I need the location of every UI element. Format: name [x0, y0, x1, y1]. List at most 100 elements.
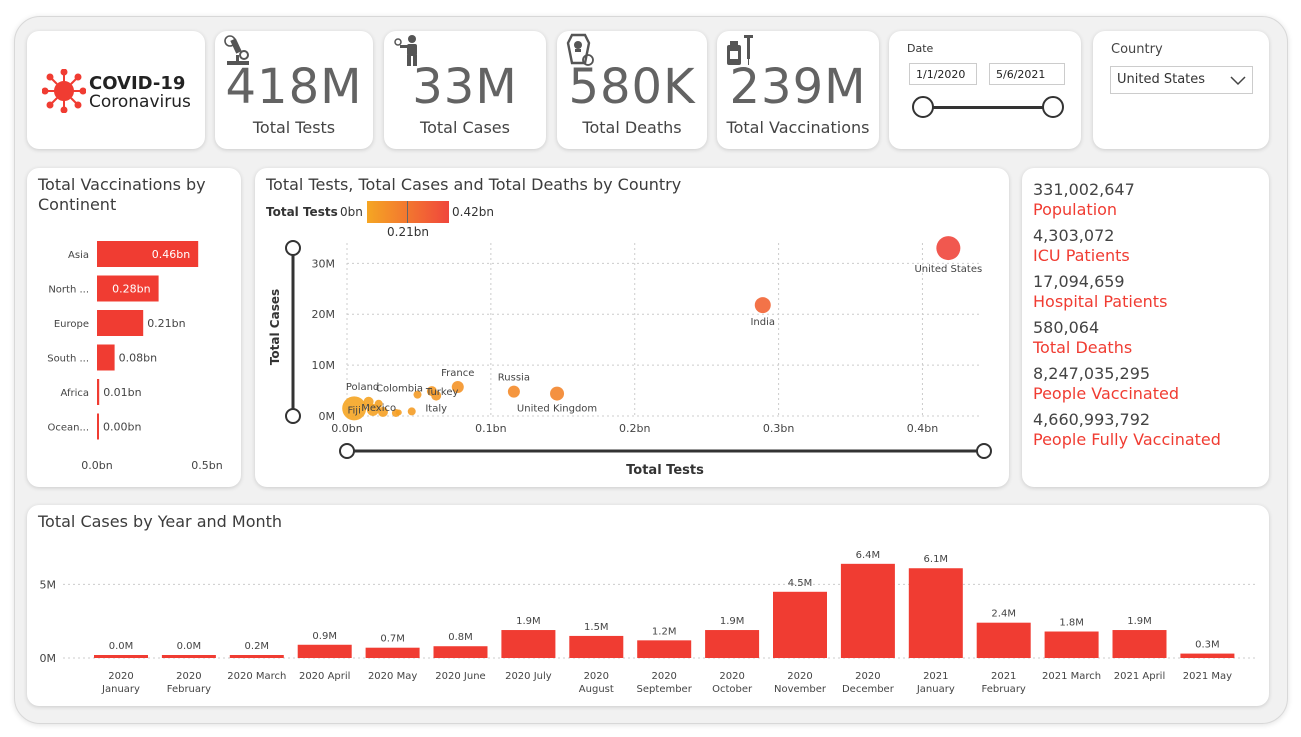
x-tick-label-month: January — [916, 684, 955, 695]
y-zoom-handle — [285, 408, 301, 424]
x-tick-label: 2020 May — [368, 671, 417, 682]
scatter-point-label: Fiji — [348, 405, 361, 416]
bar-value-label: 6.4M — [856, 550, 881, 561]
axis-tick-label: 0.5bn — [191, 459, 222, 472]
x-tick-label-month: September — [637, 684, 693, 695]
bar — [97, 413, 99, 440]
x-zoom-handle — [339, 443, 355, 459]
x-tick-label: 0.2bn — [619, 422, 650, 435]
bar-value-label: 0.7M — [380, 634, 405, 645]
date-range-track — [924, 106, 1054, 109]
x-tick-label: 0.3bn — [763, 422, 794, 435]
bar-value-label: 1.8M — [1059, 618, 1084, 629]
kpi-value: 418M — [225, 59, 363, 115]
stats-card: 331,002,647 Population 4,303,072 ICU Pat… — [1022, 168, 1269, 487]
x-tick-label-month: February — [982, 684, 1026, 695]
bar — [840, 563, 895, 658]
bar — [229, 655, 284, 658]
scatter-point-label: Poland — [346, 382, 379, 393]
bar — [773, 591, 827, 658]
stat-population-value: 331,002,647 — [1033, 180, 1135, 199]
bar-category-label: Europe — [54, 319, 89, 330]
bar-category-label: Ocean... — [47, 423, 89, 434]
bar-value-label: 0.2M — [245, 641, 270, 652]
bar — [705, 630, 760, 658]
kpi-value: 33M — [412, 59, 518, 115]
bar-value-label: 1.9M — [720, 616, 745, 627]
bar-value-label: 1.9M — [1127, 616, 1152, 627]
kpi-label: Total Tests — [252, 118, 336, 137]
x-tick-label: 2020 June — [435, 671, 485, 682]
bar — [365, 647, 420, 658]
country-slicer: Country United States — [1093, 31, 1269, 149]
vacc-continent-card: Total Vaccinations by Continent Asia 0.46… — [27, 168, 241, 487]
x-tick-label: 2021 May — [1183, 671, 1232, 682]
date-label: Date — [907, 42, 934, 55]
stat-deaths-value: 580,064 — [1033, 318, 1100, 337]
x-tick-label: 2020 July — [505, 671, 552, 682]
bar — [1044, 631, 1099, 658]
vacc-continent-chart: Asia 0.46bn North ... 0.28bn Europe 0.21bn Sou… — [47, 241, 223, 472]
scatter-point — [550, 386, 565, 401]
bar — [297, 644, 352, 658]
x-tick-label: 2021 March — [1042, 671, 1101, 682]
stat-vaccinated-label: People Vaccinated — [1033, 384, 1180, 403]
kpi-label: Total Vaccinations — [726, 118, 870, 137]
x-tick-label-year: 2021 — [923, 671, 948, 682]
bar — [94, 655, 148, 658]
monthly-card: Total Cases by Year and Month 0M 5M 0.0M 20… — [27, 505, 1269, 706]
bar-value-label: 1.5M — [584, 622, 609, 633]
scatter-point-label: Mexico — [361, 403, 396, 414]
kpi-total-deaths: 580K Total Deaths — [557, 31, 707, 149]
country-dropdown[interactable]: United States — [1110, 66, 1253, 94]
bar-value-label: 0.01bn — [103, 386, 141, 399]
scatter-point-label: Turkey — [425, 387, 459, 398]
monthly-chart: 0M 5M 0.0M 2020 January 0.0M 2020 February 0.2M 2… — [40, 550, 1257, 695]
x-tick-label-month: August — [579, 684, 614, 695]
x-tick-label-year: 2020 — [584, 671, 609, 682]
y-tick-label: 30M — [312, 257, 336, 270]
bar-category-label: North ... — [48, 285, 89, 296]
x-tick-label: 0.1bn — [475, 422, 506, 435]
scatter-point-label: Colombia — [376, 384, 423, 395]
y-zoom-handle — [285, 240, 301, 256]
bar — [637, 640, 692, 658]
bar — [161, 655, 216, 658]
bar — [1112, 630, 1167, 658]
date-end-handle[interactable] — [1042, 96, 1064, 118]
scatter-point-label: United Kingdom — [517, 404, 597, 415]
x-tick-label-month: January — [101, 684, 140, 695]
x-tick-label-year: 2020 — [651, 671, 676, 682]
bar-value-label: 0.08bn — [119, 352, 157, 365]
bar-value-label: 0.00bn — [103, 421, 141, 434]
stat-deaths-label: Total Deaths — [1033, 338, 1133, 357]
kpi-value: 239M — [729, 59, 867, 115]
x-tick-label-month: October — [712, 684, 753, 695]
scatter-card: Total Tests, Total Cases and Total Death… — [255, 168, 1009, 487]
bar-value-label: 6.1M — [924, 554, 949, 565]
bar — [569, 635, 624, 658]
x-tick-label: 2021 April — [1114, 671, 1165, 682]
stat-hospital-label: Hospital Patients — [1033, 292, 1168, 311]
bar-value-label: 0.28bn — [112, 283, 150, 296]
scatter-point-label: India — [750, 317, 775, 328]
bar-category-label: Asia — [68, 250, 89, 261]
stat-vaccinated-value: 8,247,035,295 — [1033, 364, 1151, 383]
logo-card: COVID-19 Coronavirus — [27, 31, 205, 149]
stat-fully-vaccinated-value: 4,660,993,792 — [1033, 410, 1151, 429]
scatter-chart: 0M10M20M30M0.0bn 0.1bn 0.2bn 0.3bn 0.4bnUnit… — [285, 236, 992, 459]
logo-title: COVID-19 — [89, 73, 186, 94]
date-start-input[interactable]: 1/1/2020 — [909, 63, 977, 85]
x-tick-label-year: 2020 — [855, 671, 880, 682]
bar-category-label: Africa — [60, 388, 89, 399]
scatter-point — [395, 409, 402, 416]
x-tick-label-year: 2021 — [991, 671, 1016, 682]
bar — [1180, 653, 1235, 658]
date-end-input[interactable]: 5/6/2021 — [989, 63, 1065, 85]
bar — [501, 630, 556, 658]
x-zoom-handle — [976, 443, 992, 459]
date-start-handle[interactable] — [912, 96, 934, 118]
scatter-point — [407, 407, 416, 416]
x-tick-label-month: December — [842, 684, 895, 695]
logo-subtitle: Coronavirus — [89, 92, 191, 112]
